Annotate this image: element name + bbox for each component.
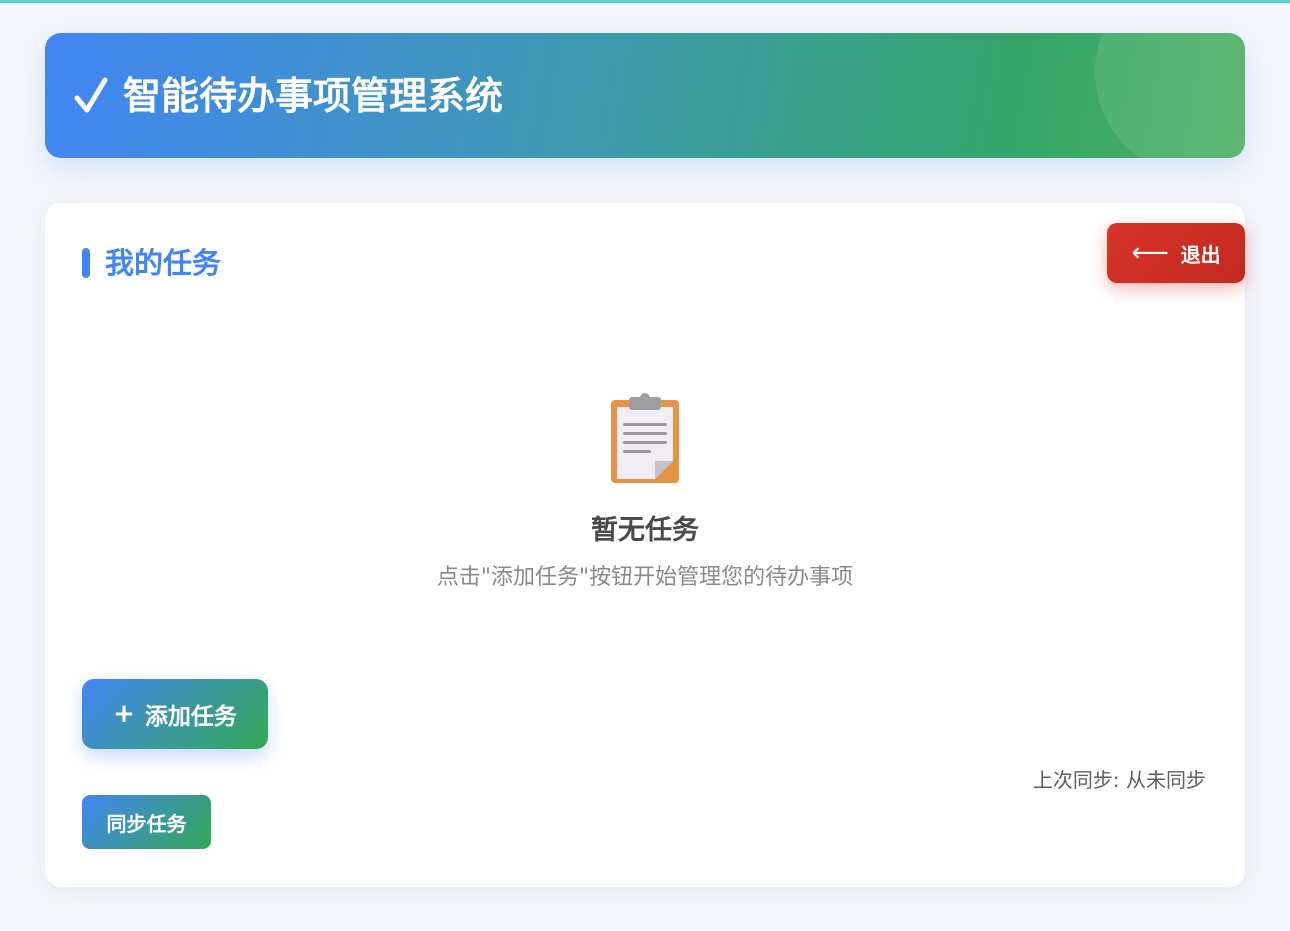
check-icon [74,77,108,113]
logout-button[interactable]: ⟵ 退出 [1107,223,1245,283]
plus-icon: + [113,699,135,729]
sync-status-text: 上次同步: 从未同步 [1032,768,1206,792]
arrow-left-icon: ⟵ [1131,238,1169,268]
header-decoration [1095,33,1245,158]
header-banner: 智能待办事项管理系统 [45,33,1245,158]
app-title-text: 智能待办事项管理系统 [123,74,504,118]
logout-label: 退出 [1180,242,1221,267]
app-title: 智能待办事项管理系统 [73,71,503,121]
section-title-text: 我的任务 [105,246,222,280]
add-task-button[interactable]: + 添加任务 [82,679,268,749]
sync-tasks-button[interactable]: 同步任务 [82,795,211,849]
clipboard-icon [611,393,679,483]
top-accent-bar [0,0,1290,3]
section-title: 我的任务 [82,243,221,283]
empty-state: 暂无任务 点击"添加任务"按钮开始管理您的待办事项 [45,393,1245,593]
section-title-marker [82,248,90,278]
empty-state-title: 暂无任务 [591,515,699,546]
empty-state-hint: 点击"添加任务"按钮开始管理您的待办事项 [436,565,854,590]
add-task-label: 添加任务 [144,704,237,730]
